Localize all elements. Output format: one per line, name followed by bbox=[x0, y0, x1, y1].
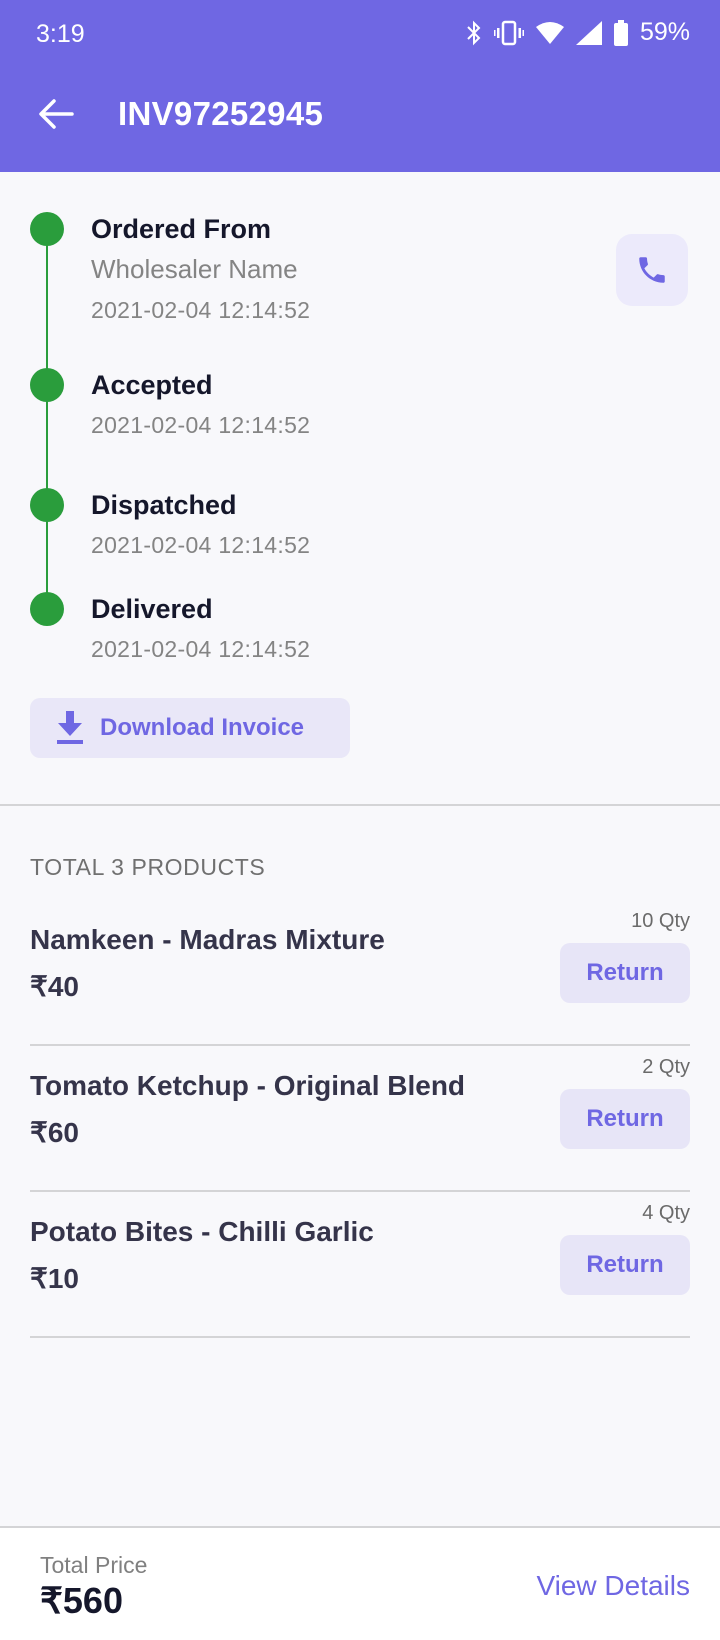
call-wholesaler-button[interactable] bbox=[616, 234, 688, 306]
product-qty: 10 Qty bbox=[631, 910, 690, 932]
timeline-dot bbox=[30, 488, 64, 522]
step-time: 2021-02-04 12:14:52 bbox=[91, 412, 311, 438]
step-time: 2021-02-04 12:14:52 bbox=[91, 297, 311, 323]
step-title: Delivered bbox=[91, 594, 213, 624]
view-details-link[interactable]: View Details bbox=[536, 1570, 690, 1602]
status-icons: 59% bbox=[466, 18, 690, 47]
product-row: Namkeen - Madras Mixture ₹40 10 Qty Retu… bbox=[30, 900, 690, 1046]
footer-bar: Total Price ₹560 View Details bbox=[0, 1526, 720, 1640]
bluetooth-icon bbox=[467, 20, 481, 45]
products-count-label: TOTAL 3 PRODUCTS bbox=[30, 854, 266, 880]
timeline-dot bbox=[30, 212, 64, 246]
app-bar: 3:19 59% INV97252945 bbox=[0, 0, 720, 172]
total-price-value: ₹560 bbox=[40, 1580, 123, 1621]
battery-icon bbox=[613, 19, 628, 46]
timeline-dot bbox=[30, 368, 64, 402]
timeline-connector bbox=[46, 230, 48, 610]
step-time: 2021-02-04 12:14:52 bbox=[91, 532, 311, 558]
step-title: Ordered From bbox=[91, 214, 272, 244]
step-title: Accepted bbox=[91, 370, 213, 400]
return-button[interactable]: Return bbox=[560, 1235, 690, 1295]
battery-percent: 59% bbox=[639, 18, 690, 46]
product-price: ₹60 bbox=[30, 1117, 79, 1148]
download-invoice-button[interactable]: Download Invoice bbox=[30, 698, 350, 758]
product-row: Potato Bites - Chilli Garlic ₹10 4 Qty R… bbox=[30, 1192, 690, 1338]
vibrate-icon bbox=[493, 20, 524, 45]
total-price-label: Total Price bbox=[40, 1552, 148, 1578]
step-title: Dispatched bbox=[91, 490, 237, 520]
product-name: Tomato Ketchup - Original Blend bbox=[30, 1070, 466, 1101]
status-time: 3:19 bbox=[36, 20, 85, 48]
product-qty: 2 Qty bbox=[642, 1056, 690, 1078]
section-divider bbox=[0, 804, 720, 806]
timeline-dot bbox=[30, 592, 64, 626]
page-title: INV97252945 bbox=[118, 95, 324, 132]
return-button[interactable]: Return bbox=[560, 1089, 690, 1149]
product-price: ₹40 bbox=[30, 971, 79, 1002]
download-invoice-label: Download Invoice bbox=[100, 714, 305, 741]
signal-icon bbox=[575, 20, 602, 45]
product-qty: 4 Qty bbox=[642, 1202, 690, 1224]
product-price: ₹10 bbox=[30, 1263, 79, 1294]
wifi-icon bbox=[535, 21, 564, 44]
return-button[interactable]: Return bbox=[560, 943, 690, 1003]
download-icon bbox=[57, 711, 83, 744]
wholesaler-name: Wholesaler Name bbox=[91, 254, 298, 284]
product-row: Tomato Ketchup - Original Blend ₹60 2 Qt… bbox=[30, 1046, 690, 1192]
product-name: Potato Bites - Chilli Garlic bbox=[30, 1216, 374, 1247]
step-time: 2021-02-04 12:14:52 bbox=[91, 636, 311, 662]
phone-icon bbox=[639, 257, 665, 283]
arrow-left-icon[interactable] bbox=[36, 94, 76, 134]
product-name: Namkeen - Madras Mixture bbox=[30, 924, 385, 955]
